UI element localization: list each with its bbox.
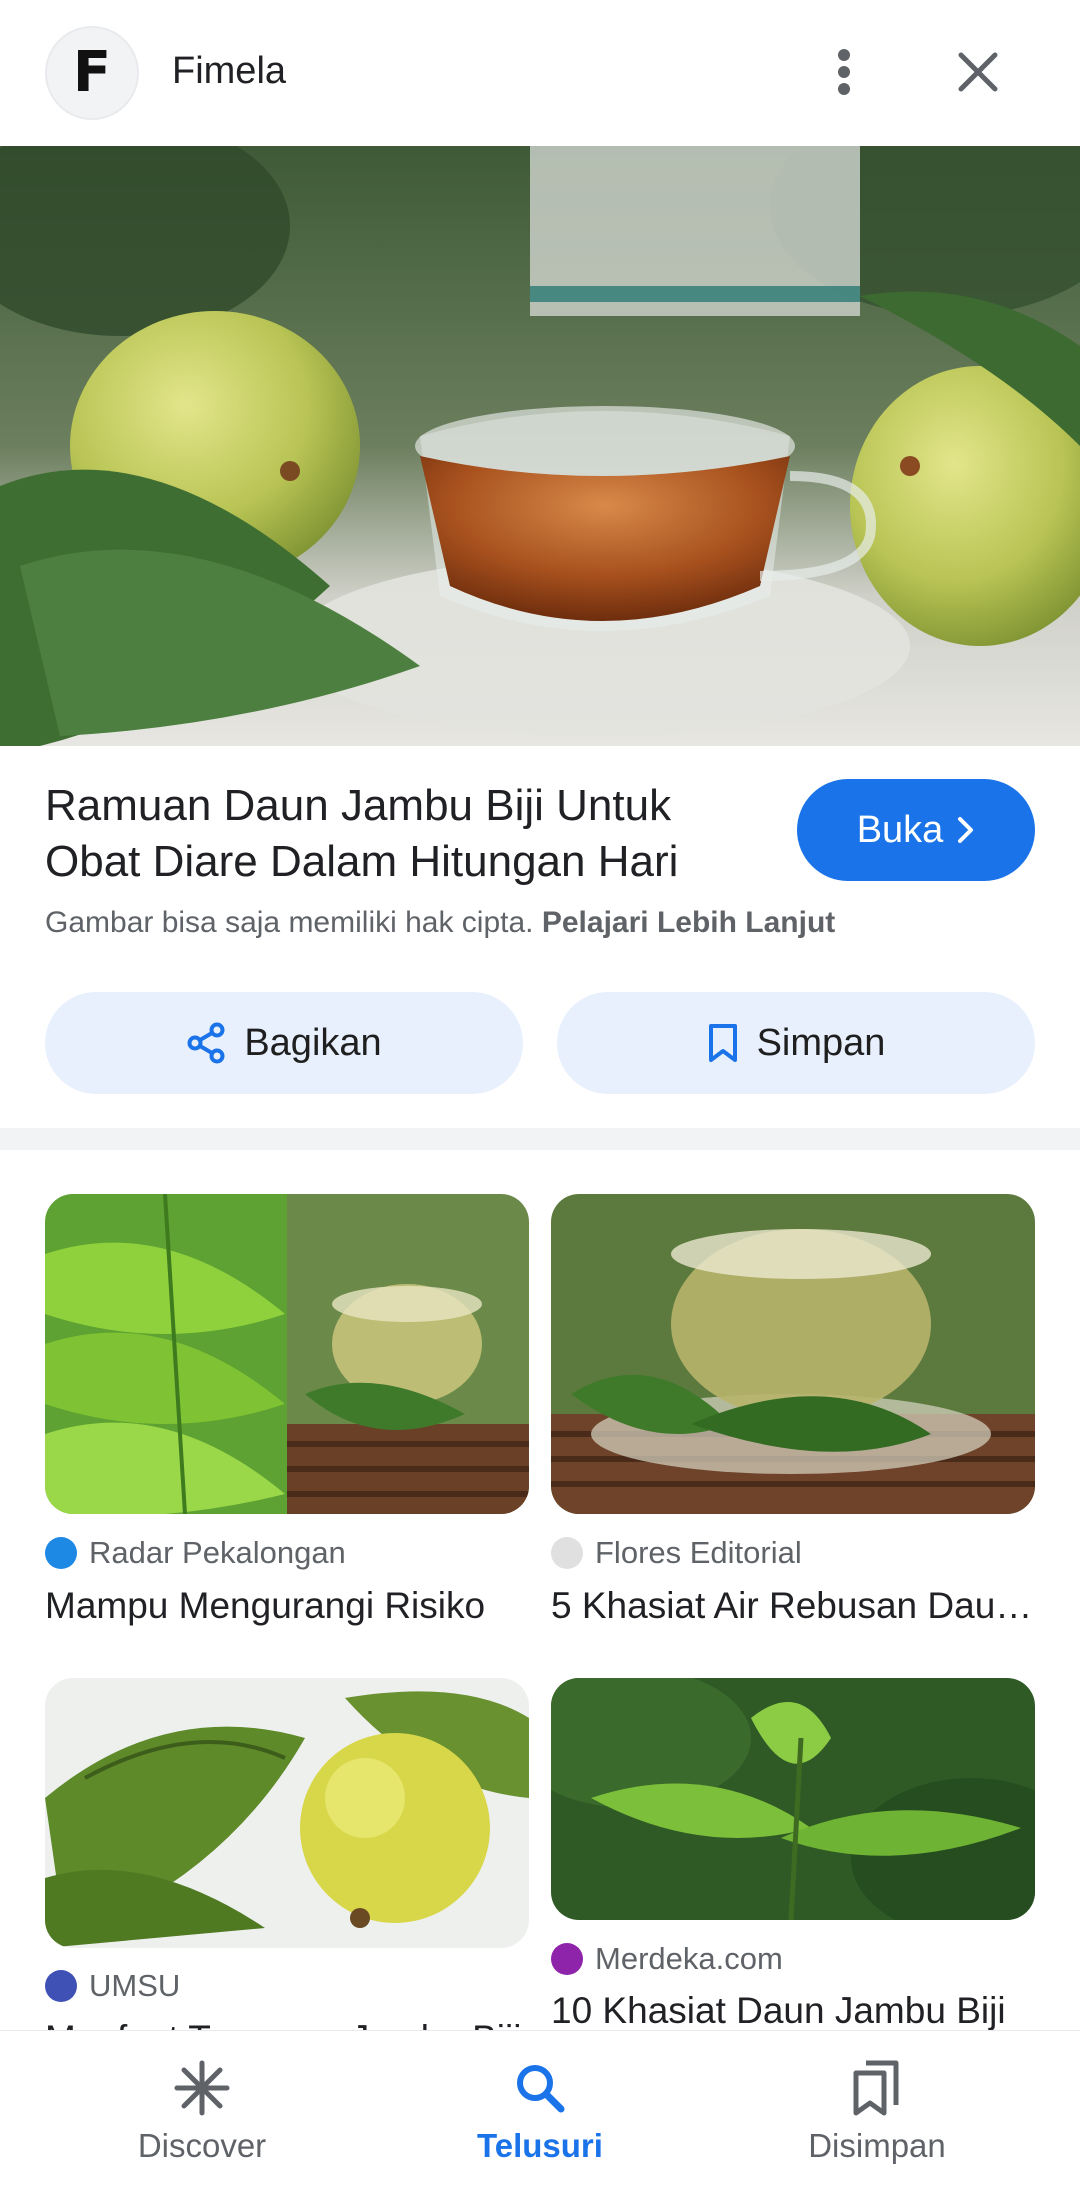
- share-label: Bagikan: [244, 1021, 382, 1064]
- related-caption-1[interactable]: Mampu Mengurangi Risiko: [45, 1585, 529, 1627]
- merdeka-favicon: [551, 1943, 583, 1975]
- radar-pekalongan-favicon: [45, 1537, 77, 1569]
- site-logo-letter: F: [72, 40, 112, 105]
- open-button-label: Buka: [856, 808, 944, 851]
- preview-image[interactable]: [0, 146, 1080, 746]
- more-vert-icon: [838, 49, 850, 95]
- nav-disimpan-label: Disimpan: [808, 2127, 946, 2164]
- bookmark-icon: [708, 1024, 737, 1062]
- chevron-right-icon: [958, 817, 974, 843]
- close-button[interactable]: [946, 40, 1010, 104]
- related-image-3[interactable]: [45, 1678, 529, 1948]
- related-source-3: UMSU: [45, 1968, 180, 2004]
- save-button[interactable]: Simpan: [557, 992, 1035, 1094]
- related-source-name: Flores Editorial: [595, 1535, 802, 1570]
- save-label: Simpan: [756, 1021, 886, 1064]
- share-icon: [187, 1022, 225, 1064]
- bottom-navigation: Discover Telusuri Disimpan: [0, 2030, 1080, 2187]
- related-source-name: Radar Pekalongan: [89, 1535, 346, 1570]
- flores-editorial-favicon: [551, 1537, 583, 1569]
- open-button[interactable]: Buka: [797, 779, 1035, 881]
- related-source-2: Flores Editorial: [551, 1535, 802, 1571]
- related-image-1[interactable]: [45, 1194, 529, 1514]
- umsu-favicon: [45, 1970, 77, 2002]
- related-source-name: UMSU: [89, 1968, 181, 2003]
- nav-disimpan[interactable]: Disimpan: [767, 2031, 987, 2187]
- bookmarks-icon: [853, 2060, 899, 2116]
- search-icon: [517, 2065, 565, 2113]
- nav-discover-label: Discover: [137, 2127, 267, 2164]
- result-title[interactable]: Ramuan Daun Jambu Biji Untuk Obat Diare …: [45, 778, 775, 890]
- copyright-notice: Gambar bisa saja memiliki hak cipta. Pel…: [45, 906, 835, 940]
- learn-more-link[interactable]: Pelajari Lebih Lanjut: [542, 906, 835, 939]
- copyright-text: Gambar bisa saja memiliki hak cipta.: [45, 906, 534, 939]
- related-image-4[interactable]: [551, 1678, 1035, 1920]
- related-source-1: Radar Pekalongan: [45, 1535, 346, 1571]
- more-options-button[interactable]: [812, 40, 876, 104]
- related-caption-4[interactable]: 10 Khasiat Daun Jambu Biji: [551, 1990, 1035, 2032]
- share-button[interactable]: Bagikan: [45, 992, 523, 1094]
- related-image-2[interactable]: [551, 1194, 1035, 1514]
- nav-discover[interactable]: Discover: [92, 2031, 312, 2187]
- top-bar: F Fimela: [0, 0, 1080, 146]
- asterisk-icon: [174, 2060, 230, 2116]
- section-divider: [0, 1128, 1080, 1150]
- close-icon: [958, 52, 998, 92]
- site-name: Fimela: [172, 50, 287, 92]
- site-logo[interactable]: F: [45, 26, 139, 120]
- nav-telusuri[interactable]: Telusuri: [430, 2031, 650, 2187]
- related-source-name: Merdeka.com: [595, 1941, 783, 1976]
- related-caption-2[interactable]: 5 Khasiat Air Rebusan Daun Jambu: [551, 1585, 1035, 1627]
- related-source-4: Merdeka.com: [551, 1941, 783, 1977]
- nav-telusuri-label: Telusuri: [477, 2127, 603, 2164]
